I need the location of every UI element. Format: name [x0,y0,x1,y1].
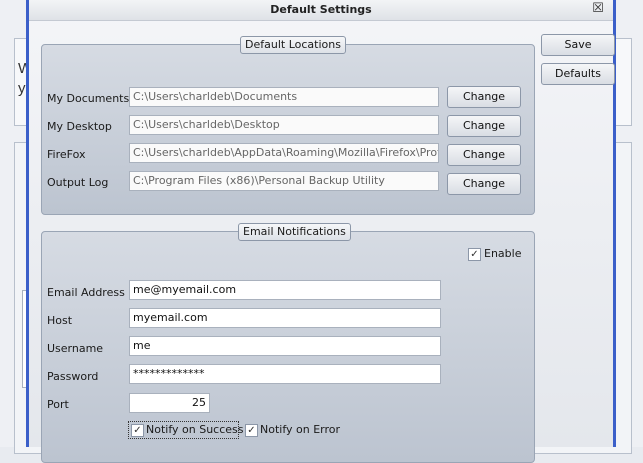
change-firefox-button[interactable]: Change [447,144,521,166]
email-notifications-group: Email Notifications ✓ Enable Email Addre… [41,223,535,463]
enable-label: Enable [484,247,522,260]
save-button[interactable]: Save [541,34,615,56]
close-icon[interactable]: ☒ [591,2,605,16]
dialog-title: Default Settings [270,3,372,16]
firefox-label: FireFox [47,148,86,161]
default-locations-title: Default Locations [240,36,346,54]
my-desktop-field[interactable]: C:\Users\charldeb\Desktop [129,115,439,135]
email-address-field[interactable]: me@myemail.com [129,280,441,300]
notify-success-label: Notify on Success [146,423,244,436]
output-log-label: Output Log [47,176,109,189]
firefox-field[interactable]: C:\Users\charldeb\AppData\Roaming\Mozill… [129,143,439,163]
title-bar[interactable]: Default Settings ☒ [29,0,613,21]
change-my-desktop-button[interactable]: Change [447,115,521,137]
port-field[interactable]: 25 [129,393,210,413]
output-log-field[interactable]: C:\Program Files (x86)\Personal Backup U… [129,171,439,191]
username-label: Username [47,342,104,355]
username-field[interactable]: me [129,336,441,356]
change-my-documents-button[interactable]: Change [447,86,521,108]
default-settings-dialog: Default Settings ☒ Save Defaults Default… [26,0,616,463]
email-address-label: Email Address [47,286,125,299]
my-documents-label: My Documents [47,92,130,105]
password-label: Password [47,370,99,383]
host-field[interactable]: myemail.com [129,308,441,328]
port-label: Port [47,398,69,411]
default-locations-group: Default Locations My Documents C:\Users\… [41,36,535,215]
host-label: Host [47,314,73,327]
change-output-log-button[interactable]: Change [447,173,521,195]
enable-checkbox[interactable]: ✓ [468,248,481,261]
email-notifications-title: Email Notifications [238,223,351,241]
my-documents-field[interactable]: C:\Users\charldeb\Documents [129,87,439,107]
defaults-button[interactable]: Defaults [541,63,615,85]
notify-success-checkbox[interactable]: ✓ [131,424,144,437]
password-field[interactable]: ************* [129,364,441,384]
background-text: y [18,80,26,97]
notify-error-checkbox[interactable]: ✓ [245,424,258,437]
my-desktop-label: My Desktop [47,120,112,133]
notify-error-label: Notify on Error [260,423,341,436]
